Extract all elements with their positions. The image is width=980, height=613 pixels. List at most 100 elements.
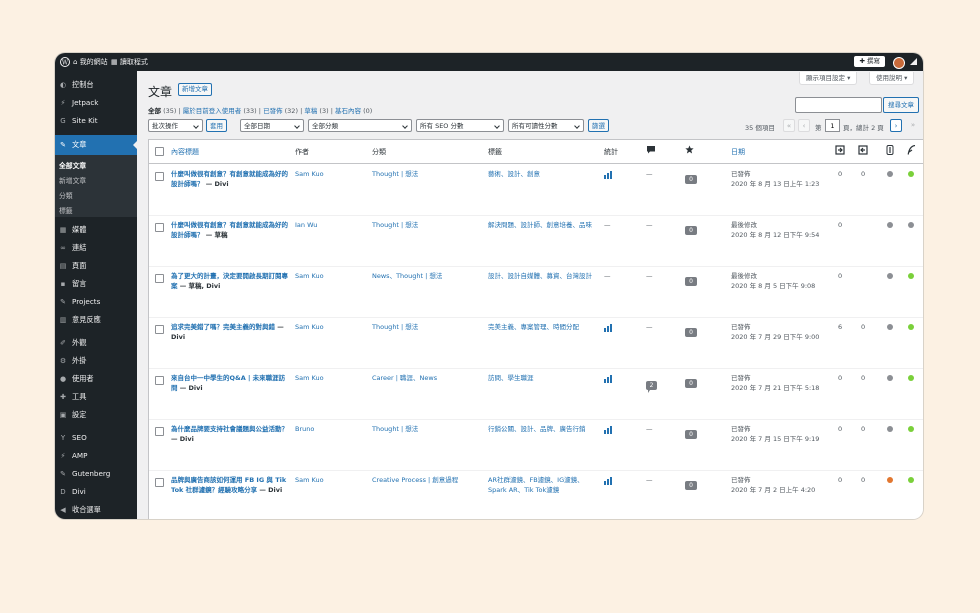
sidebar-item-tools[interactable]: ✚ 工具 (55, 389, 137, 405)
user-avatar[interactable] (893, 57, 905, 69)
post-tags[interactable]: 行銷公關、設計、品牌、廣告行銷 (488, 424, 596, 434)
comment-badge[interactable]: 0 (685, 481, 697, 490)
view-all[interactable]: 全部 (148, 107, 161, 115)
prev-page-button[interactable]: ‹ (798, 119, 810, 132)
post-title[interactable]: 為什麼品牌要支持社會議題與公益活動？ — Divi (171, 424, 289, 444)
post-author[interactable]: Sam Kuo (295, 322, 324, 332)
sidebar-item-pages[interactable]: ▤ 頁面 (55, 258, 137, 274)
star-icon[interactable] (685, 145, 694, 156)
table-row[interactable]: 什麼叫做很有創意？有創意就能成為好的設計師嗎？ — Divi Sam Kuo Tho… (149, 164, 923, 216)
filter-button[interactable]: 篩選 (588, 119, 609, 132)
reader-link[interactable]: ▦ 讀取程式 (111, 53, 148, 71)
readability-filter-select[interactable]: 所有可讀性分數 (508, 119, 584, 132)
sidebar-item-media[interactable]: ▦ 媒體 (55, 222, 137, 238)
post-tags[interactable]: 解決問題、設計師、創意培養、品味 (488, 220, 596, 230)
row-checkbox[interactable] (155, 172, 164, 181)
sidebar-item-feedback[interactable]: ▥ 意見反應 (55, 312, 137, 328)
sidebar-item-settings[interactable]: ▣ 設定 (55, 407, 137, 423)
readability-icon[interactable] (907, 144, 916, 157)
outgoing-links-icon[interactable] (858, 145, 868, 157)
row-checkbox[interactable] (155, 376, 164, 385)
seo-score-icon[interactable] (886, 145, 894, 157)
post-tags[interactable]: 完美主義、專案管理、時間分配 (488, 322, 596, 332)
table-row[interactable]: 追求完美錯了嗎？完美主義的對與錯 — Divi Sam Kuo Thought | … (149, 317, 923, 369)
post-title[interactable]: 來自台中一中學生的Q&A | 未來職涯訪問 — Divi (171, 373, 289, 393)
current-page-input[interactable]: 1 (825, 119, 840, 132)
submenu-categories[interactable]: 分類 (59, 190, 73, 200)
post-categories[interactable]: Creative Process | 創意過程 (372, 475, 482, 485)
sidebar-item-gutenberg[interactable]: ✎ Gutenberg (55, 466, 137, 482)
table-row[interactable]: 為什麼品牌要支持社會議題與公益活動？ — Divi Bruno Thought | … (149, 419, 923, 471)
post-title[interactable]: 為了更大的計畫，決定要開啟長期訂閱專案 — 草稿, Divi (171, 271, 289, 291)
post-title[interactable]: 什麼叫做很有創意？有創意就能成為好的設計師嗎？ — 草稿 (171, 220, 289, 240)
wordpress-logo[interactable]: W (60, 53, 70, 71)
post-categories[interactable]: Thought | 想法 (372, 322, 482, 332)
table-row[interactable]: 品牌與廣告商該如何運用 FB IG 與 Tik Tok 社群濾鏡？經驗攻略分享 … (149, 470, 923, 519)
comment-badge[interactable]: 0 (685, 277, 697, 286)
post-author[interactable]: Sam Kuo (295, 373, 324, 383)
post-categories[interactable]: Thought | 想法 (372, 169, 482, 179)
view-drafts[interactable]: 草稿 (304, 107, 317, 115)
submenu-add-new[interactable]: 新增文章 (59, 175, 86, 185)
post-author[interactable]: Sam Kuo (295, 169, 324, 179)
site-name-link[interactable]: ⌂ 我的網站 (73, 53, 108, 71)
post-tags[interactable]: 設計、設計自媒體、募資、台灣設計 (488, 271, 596, 281)
screen-options-tab[interactable]: 顯示項目設定 ▾ (799, 72, 858, 85)
incoming-links-icon[interactable] (835, 145, 845, 157)
select-all-checkbox[interactable] (155, 147, 164, 156)
notifications-icon[interactable] (910, 58, 917, 65)
post-categories[interactable]: Thought | 想法 (372, 424, 482, 434)
submenu-tags[interactable]: 標籤 (59, 205, 73, 215)
last-page-button[interactable]: » (907, 119, 919, 132)
sidebar-item-dashboard[interactable]: ◐ 控制台 (55, 77, 137, 93)
stats-bars-icon[interactable] (604, 477, 614, 485)
row-checkbox[interactable] (155, 274, 164, 283)
sidebar-item-seo[interactable]: Y SEO (55, 430, 137, 446)
apply-button[interactable]: 套用 (206, 119, 227, 132)
post-author[interactable]: Sam Kuo (295, 271, 324, 281)
comment-count-bubble[interactable]: 2 (646, 381, 657, 393)
row-checkbox[interactable] (155, 223, 164, 232)
sidebar-item-posts[interactable]: ✎ 文章 (55, 135, 137, 155)
sidebar-item-links[interactable]: ∞ 連結 (55, 240, 137, 256)
first-page-button[interactable]: « (783, 119, 795, 132)
category-filter-select[interactable]: 全部分類 (308, 119, 412, 132)
post-categories[interactable]: Career | 職涯、News (372, 373, 482, 383)
column-title[interactable]: 內容標題 (171, 147, 199, 157)
post-tags[interactable]: 訪問、學生職涯 (488, 373, 596, 383)
seo-filter-select[interactable]: 所有 SEO 分數 (416, 119, 504, 132)
sidebar-item-comments[interactable]: ▪ 留言 (55, 276, 137, 292)
next-page-button[interactable]: › (890, 119, 902, 132)
post-categories[interactable]: News、Thought | 想法 (372, 271, 482, 281)
help-tab[interactable]: 使用說明 ▾ (869, 72, 915, 85)
stats-bars-icon[interactable] (604, 375, 614, 383)
sidebar-item-appearance[interactable]: ✐ 外觀 (55, 335, 137, 351)
post-title[interactable]: 什麼叫做很有創意？有創意就能成為好的設計師嗎？ — Divi (171, 169, 289, 189)
row-checkbox[interactable] (155, 478, 164, 487)
comment-icon[interactable] (647, 146, 655, 156)
post-title[interactable]: 品牌與廣告商該如何運用 FB IG 與 Tik Tok 社群濾鏡？經驗攻略分享 … (171, 475, 289, 495)
post-tags[interactable]: 藝術、設計、創意 (488, 169, 596, 179)
post-title[interactable]: 追求完美錯了嗎？完美主義的對與錯 — Divi (171, 322, 289, 342)
add-new-post-button[interactable]: 新增文章 (178, 83, 212, 96)
post-author[interactable]: Sam Kuo (295, 475, 324, 485)
sidebar-item-divi[interactable]: D Divi (55, 484, 137, 500)
row-checkbox[interactable] (155, 325, 164, 334)
sidebar-item-sitekit[interactable]: G Site Kit (55, 113, 137, 129)
stats-bars-icon[interactable] (604, 324, 614, 332)
row-checkbox[interactable] (155, 427, 164, 436)
submenu-all-posts[interactable]: 全部文章 (59, 160, 86, 170)
comment-badge[interactable]: 0 (685, 226, 697, 235)
post-author[interactable]: Ian Wu (295, 220, 317, 230)
table-row[interactable]: 來自台中一中學生的Q&A | 未來職涯訪問 — Divi Sam Kuo Caree… (149, 368, 923, 420)
view-published[interactable]: 已發佈 (263, 107, 283, 115)
sidebar-item-projects[interactable]: ✎ Projects (55, 294, 137, 310)
table-row[interactable]: 什麼叫做很有創意？有創意就能成為好的設計師嗎？ — 草稿 Ian Wu Though… (149, 215, 923, 267)
comment-badge[interactable]: 0 (685, 175, 697, 184)
stats-bars-icon[interactable] (604, 426, 614, 434)
search-posts-button[interactable]: 搜尋文章 (883, 97, 919, 113)
bulk-actions-select[interactable]: 批次操作 (148, 119, 203, 132)
post-categories[interactable]: Thought | 想法 (372, 220, 482, 230)
search-input[interactable] (795, 97, 882, 113)
sidebar-collapse[interactable]: ◀ 收合選單 (55, 502, 137, 518)
